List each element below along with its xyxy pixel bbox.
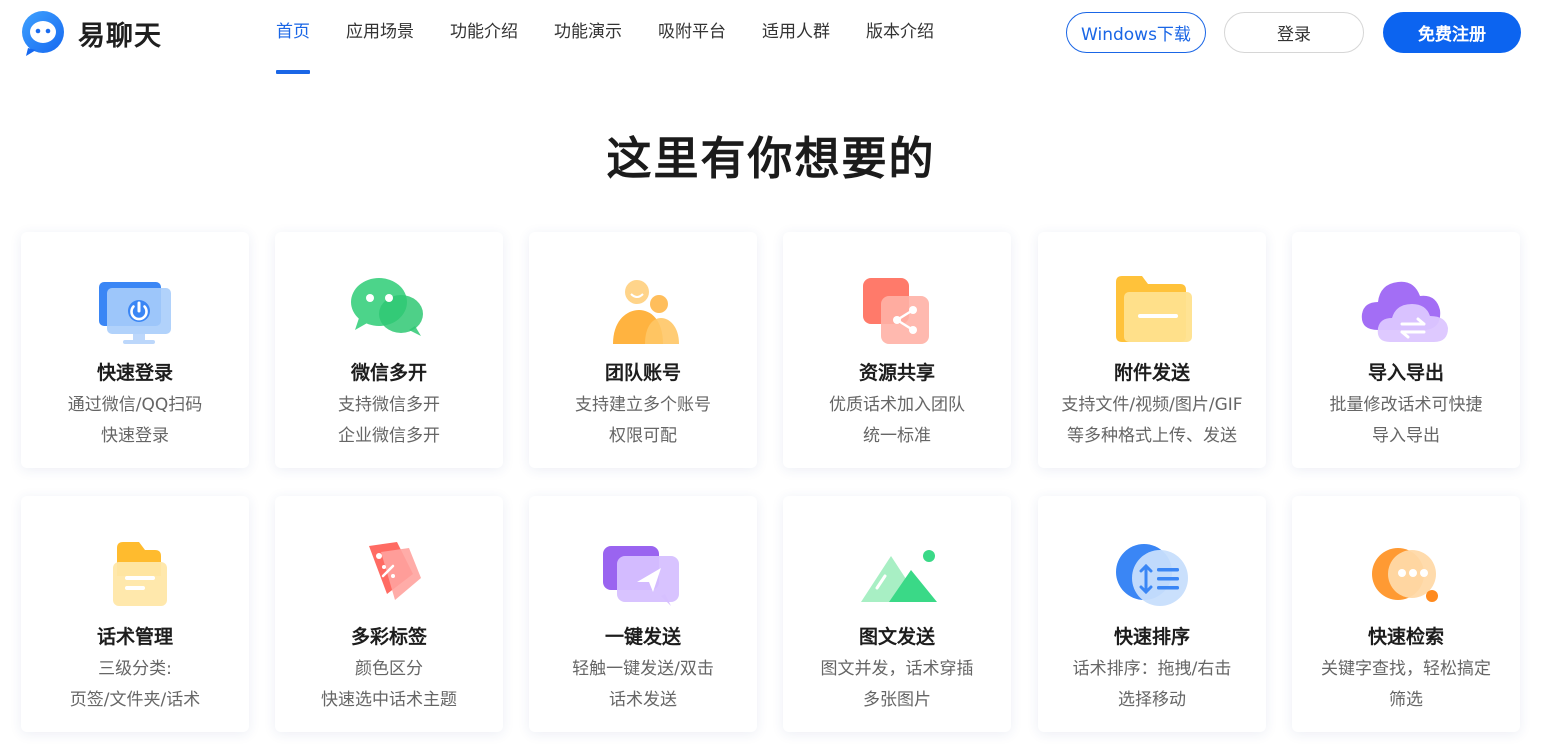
feature-card-resource-sharing[interactable]: 资源共享 优质话术加入团队 统一标准 (783, 232, 1011, 468)
sort-icon (1102, 516, 1202, 616)
feature-desc-line: 批量修改话术可快捷 (1329, 395, 1483, 415)
feature-card-team-accounts[interactable]: 团队账号 支持建立多个账号 权限可配 (529, 232, 757, 468)
folder-icon (1102, 252, 1202, 352)
feature-card-script-management[interactable]: 话术管理 三级分类: 页签/文件夹/话术 (21, 496, 249, 732)
feature-desc-line: 快速登录 (101, 426, 169, 446)
feature-desc-line: 多张图片 (863, 690, 931, 710)
search-bubble-icon (1356, 516, 1456, 616)
feature-desc-line: 通过微信/QQ扫码 (67, 395, 203, 415)
feature-card-one-click-send[interactable]: 一键发送 轻触一键发送/双击 话术发送 (529, 496, 757, 732)
windows-download-button[interactable]: Windows下载 (1066, 12, 1206, 53)
feature-desc-line: 支持建立多个账号 (575, 395, 711, 415)
nav-item-home[interactable]: 首页 (258, 0, 328, 74)
share-icon (847, 252, 947, 352)
feature-title: 图文发送 (858, 626, 935, 648)
feature-desc-line: 权限可配 (609, 426, 677, 446)
feature-title: 微信多开 (350, 362, 427, 384)
feature-title: 团队账号 (604, 362, 681, 384)
feature-desc-line: 统一标准 (863, 426, 931, 446)
feature-title: 多彩标签 (350, 626, 427, 648)
wechat-bubbles-icon (339, 252, 439, 352)
brand-logo[interactable]: 易聊天 (20, 10, 162, 56)
page-title: 这里有你想要的 (606, 132, 936, 185)
feature-card-quick-sort[interactable]: 快速排序 话术排序：拖拽/右击 选择移动 (1038, 496, 1266, 732)
feature-desc-line: 等多种格式上传、发送 (1067, 426, 1237, 446)
login-button[interactable]: 登录 (1224, 12, 1364, 53)
register-button[interactable]: 免费注册 (1383, 12, 1521, 53)
nav-item-demo[interactable]: 功能演示 (536, 0, 640, 74)
feature-card-import-export[interactable]: 导入导出 批量修改话术可快捷 导入导出 (1292, 232, 1520, 468)
feature-desc-line: 支持微信多开 (338, 395, 440, 415)
feature-title: 话术管理 (96, 626, 173, 648)
cloud-sync-icon (1356, 252, 1456, 352)
nav-item-scenarios[interactable]: 应用场景 (328, 0, 432, 74)
feature-title: 一键发送 (604, 626, 681, 648)
image-mountain-icon (847, 516, 947, 616)
brand-name: 易聊天 (78, 20, 162, 52)
feature-desc-line: 话术发送 (609, 690, 677, 710)
feature-desc-line: 三级分类: (98, 659, 172, 679)
nav-item-versions[interactable]: 版本介绍 (848, 0, 952, 74)
feature-card-image-text-send[interactable]: 图文发送 图文并发，话术穿插 多张图片 (783, 496, 1011, 732)
nav-item-audience[interactable]: 适用人群 (744, 0, 848, 74)
feature-card-quick-search[interactable]: 快速检索 关键字查找，轻松搞定 筛选 (1292, 496, 1520, 732)
feature-desc-line: 快速选中话术主题 (321, 690, 457, 710)
feature-title: 导入导出 (1367, 362, 1444, 384)
folder-doc-icon (85, 516, 185, 616)
feature-desc-line: 关键字查找，轻松搞定 (1321, 659, 1491, 679)
feature-card-color-tags[interactable]: 多彩标签 颜色区分 快速选中话术主题 (275, 496, 503, 732)
feature-desc-line: 图文并发，话术穿插 (820, 659, 974, 679)
feature-title: 快速检索 (1367, 626, 1444, 648)
feature-title: 快速登录 (96, 362, 173, 384)
monitor-power-icon (85, 252, 185, 352)
feature-desc-line: 选择移动 (1118, 690, 1186, 710)
tags-icon (339, 516, 439, 616)
feature-desc-line: 页签/文件夹/话术 (69, 690, 201, 710)
feature-title: 附件发送 (1113, 362, 1190, 384)
feature-card-quick-login[interactable]: 快速登录 通过微信/QQ扫码 快速登录 (21, 232, 249, 468)
send-icon (593, 516, 693, 616)
feature-desc-line: 企业微信多开 (338, 426, 440, 446)
feature-desc-line: 筛选 (1389, 690, 1423, 710)
feature-desc-line: 轻触一键发送/双击 (572, 659, 714, 679)
feature-desc-line: 优质话术加入团队 (829, 395, 965, 415)
feature-desc-line: 话术排序：拖拽/右击 (1072, 659, 1232, 679)
feature-card-attachments[interactable]: 附件发送 支持文件/视频/图片/GIF 等多种格式上传、发送 (1038, 232, 1266, 468)
nav-item-features[interactable]: 功能介绍 (432, 0, 536, 74)
feature-desc-line: 导入导出 (1372, 426, 1440, 446)
nav-item-platforms[interactable]: 吸附平台 (640, 0, 744, 74)
feature-title: 资源共享 (858, 362, 935, 384)
feature-title: 快速排序 (1113, 626, 1190, 648)
team-users-icon (593, 252, 693, 352)
chat-bubble-logo-icon (20, 10, 66, 56)
feature-desc-line: 支持文件/视频/图片/GIF (1061, 395, 1243, 415)
main-nav: 首页 应用场景 功能介绍 功能演示 吸附平台 适用人群 版本介绍 (258, 0, 952, 74)
feature-card-wechat-multi[interactable]: 微信多开 支持微信多开 企业微信多开 (275, 232, 503, 468)
feature-desc-line: 颜色区分 (355, 659, 423, 679)
top-header: 易聊天 首页 应用场景 功能介绍 功能演示 吸附平台 适用人群 版本介绍 Win… (0, 0, 1558, 74)
